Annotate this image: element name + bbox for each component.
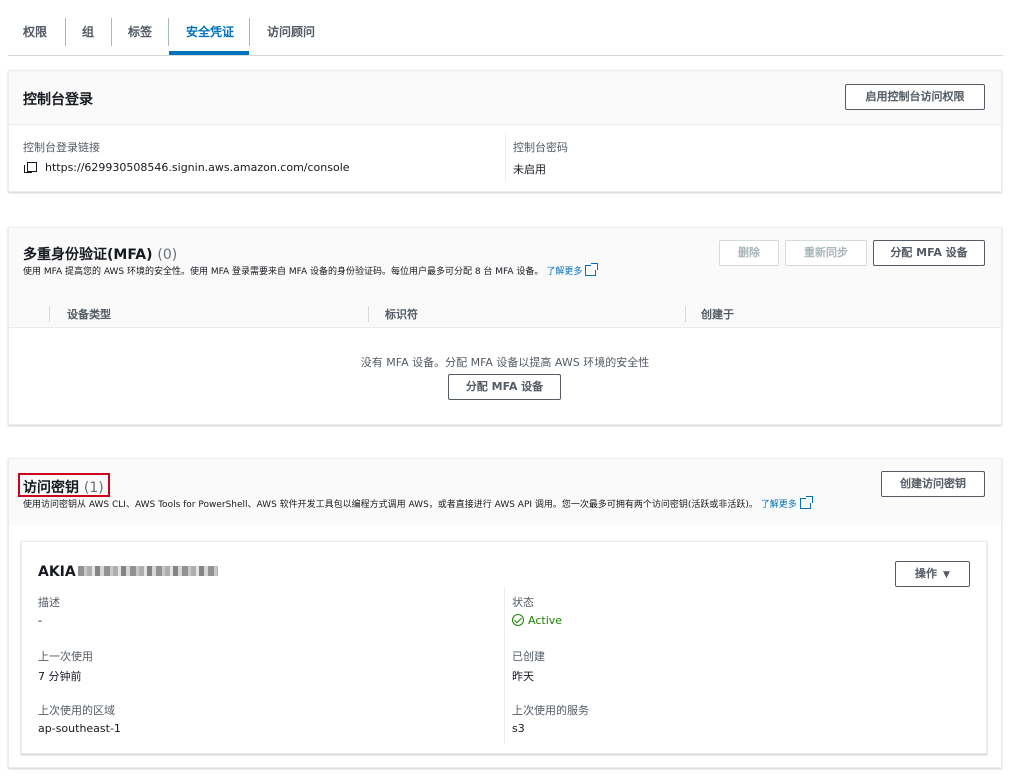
access-key-id: AKIA [38,564,218,580]
console-password-value: 未启用 [513,163,546,176]
mfa-learn-more-text: 了解更多 [546,267,583,277]
mfa-title-text: 多重身份验证(MFA) [23,247,153,263]
created-value: 昨天 [512,670,534,683]
last-service-label: 上次使用的服务 [512,704,589,717]
mfa-learn-more-link[interactable]: 了解更多 [546,263,599,277]
status-badge: Active [512,614,562,627]
column-separator [685,306,686,322]
tab-bar: 权限 组 标签 安全凭证 访问顾问 [8,0,1003,56]
console-signin-header: 控制台登录 启用控制台访问权限 [9,71,1001,125]
tab-security-credentials[interactable]: 安全凭证 [186,20,234,44]
mfa-description-text: 使用 MFA 提高您的 AWS 环境的安全性。使用 MFA 登录需要来自 MFA… [23,267,544,277]
access-keys-panel: 访问密钥 (1) 使用访问密钥从 AWS CLI、AWS Tools for P… [8,458,1002,768]
column-divider [504,588,505,744]
mfa-table-header: 设备类型 标识符 创建于 [9,300,1001,328]
created-label: 已创建 [512,650,545,663]
copy-icon[interactable] [24,162,37,173]
description-label: 描述 [38,596,60,609]
description-value: - [38,614,42,627]
mfa-header: 多重身份验证(MFA) (0) 使用 MFA 提高您的 AWS 环境的安全性。使… [9,228,1001,300]
tab-permissions[interactable]: 权限 [23,20,47,44]
active-tab-indicator [169,51,249,55]
external-link-icon [799,496,813,509]
access-keys-learn-more-text: 了解更多 [760,500,797,510]
mfa-title: 多重身份验证(MFA) (0) [23,244,177,264]
last-used-value: 7 分钟前 [38,670,82,683]
tab-separator [168,18,169,46]
access-keys-learn-more-link[interactable]: 了解更多 [760,496,813,510]
tab-tags[interactable]: 标签 [128,20,152,44]
mfa-resync-button[interactable]: 重新同步 [785,240,867,266]
console-link-row: https://629930508546.signin.aws.amazon.c… [24,161,350,174]
mfa-panel: 多重身份验证(MFA) (0) 使用 MFA 提高您的 AWS 环境的安全性。使… [8,227,1002,425]
caret-down-icon: ▼ [943,570,950,580]
tab-separator [65,18,66,46]
console-password-label: 控制台密码 [513,141,568,154]
highlight-box [18,473,110,497]
console-link-value: https://629930508546.signin.aws.amazon.c… [45,161,350,174]
external-link-icon [585,263,599,276]
create-access-key-button[interactable]: 创建访问密钥 [881,471,985,497]
console-signin-title: 控制台登录 [23,92,93,108]
column-separator [49,306,50,322]
status-value: Active [528,614,563,627]
mfa-description: 使用 MFA 提高您的 AWS 环境的安全性。使用 MFA 登录需要来自 MFA… [23,263,599,277]
access-keys-description: 使用访问密钥从 AWS CLI、AWS Tools for PowerShell… [23,496,813,510]
key-actions-label: 操作 [915,567,938,580]
assign-mfa-device-button[interactable]: 分配 MFA 设备 [873,240,985,266]
access-keys-header: 访问密钥 (1) 使用访问密钥从 AWS CLI、AWS Tools for P… [9,459,1001,525]
console-signin-panel: 控制台登录 启用控制台访问权限 控制台登录链接 https://62993050… [8,70,1002,192]
check-circle-icon [512,614,524,626]
redacted-key-blur [77,566,218,576]
status-label: 状态 [512,596,534,609]
mfa-count: (0) [157,247,178,263]
last-service-value: s3 [512,722,525,735]
enable-console-access-button[interactable]: 启用控制台访问权限 [845,84,985,110]
tab-separator [249,18,250,46]
tab-access-advisor[interactable]: 访问顾问 [267,20,315,44]
mfa-delete-button[interactable]: 删除 [719,240,779,266]
console-link-label: 控制台登录链接 [23,141,100,154]
column-device-type[interactable]: 设备类型 [67,306,111,322]
column-divider [505,133,506,181]
tab-groups[interactable]: 组 [82,20,94,44]
last-used-label: 上一次使用 [38,650,93,663]
mfa-empty-text: 没有 MFA 设备。分配 MFA 设备以提高 AWS 环境的安全性 [360,356,650,369]
tab-separator [111,18,112,46]
column-created[interactable]: 创建于 [701,306,734,322]
last-region-value: ap-southeast-1 [38,722,121,735]
access-key-id-prefix: AKIA [38,564,76,580]
empty-assign-mfa-button[interactable]: 分配 MFA 设备 [448,374,561,400]
access-key-card: AKIA 操作 ▼ 描述 - 状态 Active 上一次使用 7 分钟前 已创建 … [21,541,987,754]
column-separator [368,306,369,322]
last-region-label: 上次使用的区域 [38,704,115,717]
access-keys-description-text: 使用访问密钥从 AWS CLI、AWS Tools for PowerShell… [23,500,758,510]
key-actions-button[interactable]: 操作 ▼ [895,561,970,587]
column-identifier[interactable]: 标识符 [385,306,418,322]
